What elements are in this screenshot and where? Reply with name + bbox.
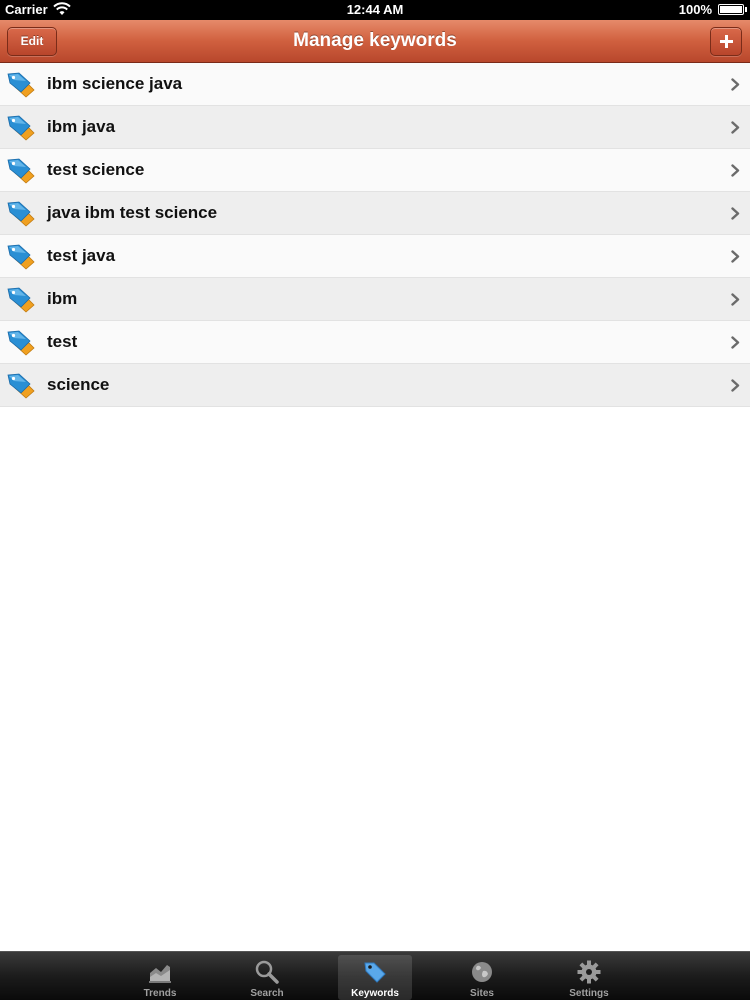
keyword-row[interactable]: ibm java <box>0 106 750 149</box>
status-bar: Carrier 12:44 AM 100% <box>0 0 750 20</box>
chevron-right-icon <box>731 78 740 91</box>
tab-sites[interactable]: Sites <box>445 955 519 1000</box>
battery-percentage: 100% <box>678 2 712 17</box>
keyword-row[interactable]: ibm <box>0 278 750 321</box>
keyword-list: ibm science java ibm java test science java… <box>0 63 750 407</box>
keyword-tag-icon <box>7 158 35 184</box>
chevron-right-icon <box>731 379 740 392</box>
keyword-label: java ibm test science <box>47 203 218 222</box>
add-keyword-button[interactable] <box>710 27 742 56</box>
tab-bar: Trends Search Keywords Sites Settings <box>0 951 750 1000</box>
keyword-tag-icon <box>7 373 35 399</box>
chevron-right-icon <box>731 293 740 306</box>
keyword-row[interactable]: java ibm test science <box>0 192 750 235</box>
keyword-tag-icon <box>7 72 35 98</box>
tab-label: Settings <box>569 988 609 999</box>
keyword-label: science <box>47 375 110 394</box>
keyword-label: ibm java <box>47 117 116 136</box>
keyword-label: test science <box>47 160 145 179</box>
chevron-right-icon <box>731 250 740 263</box>
chevron-right-icon <box>731 164 740 177</box>
keyword-label: test <box>47 332 78 351</box>
keyword-row[interactable]: test <box>0 321 750 364</box>
chevron-right-icon <box>731 336 740 349</box>
tab-label: Trends <box>143 988 177 999</box>
tab-keywords[interactable]: Keywords <box>338 955 412 1000</box>
keyword-label: ibm <box>47 289 78 308</box>
keyword-tag-icon <box>7 115 35 141</box>
search-icon <box>255 960 279 984</box>
gear-icon <box>577 960 601 984</box>
keyword-tag-icon <box>7 201 35 227</box>
keyword-row[interactable]: ibm science java <box>0 63 750 106</box>
keyword-row[interactable]: test java <box>0 235 750 278</box>
chevron-right-icon <box>731 121 740 134</box>
tab-settings[interactable]: Settings <box>552 955 626 1000</box>
globe-icon <box>472 962 492 982</box>
tab-search[interactable]: Search <box>230 955 304 1000</box>
status-time: 12:44 AM <box>346 2 404 17</box>
navigation-bar: Edit Manage keywords <box>0 20 750 63</box>
tab-trends[interactable]: Trends <box>123 955 197 1000</box>
keyword-tag-icon <box>7 244 35 270</box>
trends-chart-icon <box>149 965 171 983</box>
keyword-row[interactable]: test science <box>0 149 750 192</box>
tab-label: Keywords <box>351 988 399 999</box>
keyword-label: test java <box>47 246 116 265</box>
keyword-tag-icon <box>7 330 35 356</box>
page-title: Manage keywords <box>293 30 457 51</box>
battery-icon <box>718 4 747 15</box>
tag-icon <box>364 962 386 983</box>
keyword-label: ibm science java <box>47 74 183 93</box>
chevron-right-icon <box>731 207 740 220</box>
tab-label: Sites <box>470 988 494 999</box>
keyword-row[interactable]: science <box>0 364 750 407</box>
tab-label: Search <box>250 988 284 999</box>
keyword-tag-icon <box>7 287 35 313</box>
